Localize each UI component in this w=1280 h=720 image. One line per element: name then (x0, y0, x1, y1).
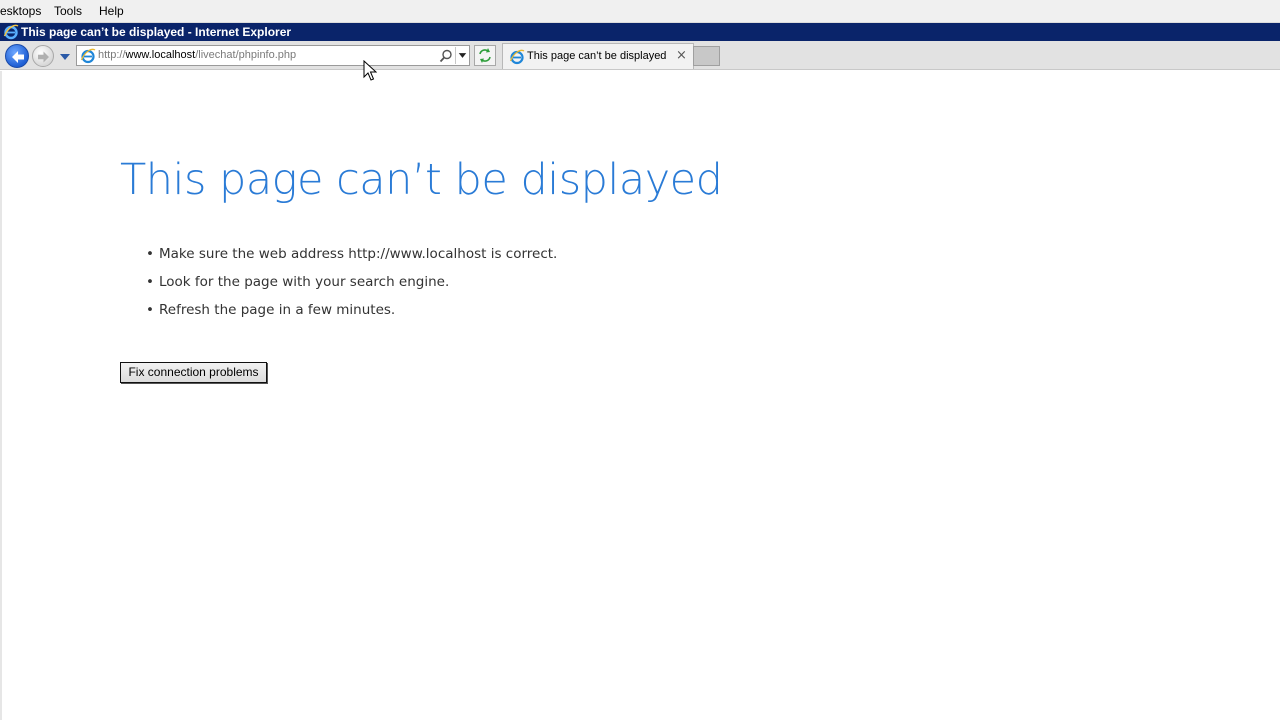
error-suggestions-list: • Make sure the web address http://www.lo… (146, 246, 557, 330)
menu-item-desktops[interactable]: esktops (0, 4, 41, 18)
window-title: This page can’t be displayed - Internet … (21, 25, 292, 39)
url-prefix: http:// (98, 49, 126, 61)
back-button[interactable] (5, 44, 29, 68)
forward-arrow-icon (38, 51, 49, 63)
back-arrow-icon (12, 51, 24, 63)
list-item: • Refresh the page in a few minutes. (146, 302, 557, 330)
page-favicon-icon (80, 48, 96, 64)
history-dropdown-icon[interactable] (59, 51, 71, 63)
tab-favicon-icon (509, 49, 525, 65)
page-content: This page can’t be displayed • Make sure … (0, 71, 1280, 720)
mouse-pointer-icon (363, 60, 377, 81)
list-item: • Make sure the web address http://www.lo… (146, 246, 557, 274)
address-dropdown-icon[interactable] (455, 47, 469, 64)
suggestion-text: Look for the page with your search engin… (159, 274, 450, 290)
forward-button[interactable] (32, 45, 54, 67)
bullet-icon: • (146, 246, 154, 262)
tab-close-icon[interactable]: × (676, 48, 687, 63)
address-bar[interactable]: http://www.localhost/livechat/phpinfo.ph… (76, 45, 470, 66)
tab-label: This page can’t be displayed (527, 50, 667, 62)
refresh-button[interactable] (474, 45, 496, 66)
window-title-bar: This page can’t be displayed - Internet … (0, 23, 1280, 41)
bullet-icon: • (146, 302, 154, 318)
error-title: This page can’t be displayed (120, 155, 723, 205)
address-url[interactable]: http://www.localhost/livechat/phpinfo.ph… (98, 49, 296, 61)
suggestion-text: Make sure the web address http://www.loc… (159, 246, 558, 262)
new-tab-button[interactable] (693, 46, 720, 66)
tab-current-page[interactable]: This page can’t be displayed × (502, 43, 694, 69)
url-host: www.localhost (125, 49, 196, 61)
list-item: • Look for the page with your search engi… (146, 274, 557, 302)
menu-item-tools[interactable]: Tools (54, 4, 82, 18)
url-path: /livechat/phpinfo.php (195, 49, 297, 61)
refresh-icon (479, 48, 491, 63)
search-icon[interactable] (439, 49, 453, 63)
fix-connection-button[interactable]: Fix connection problems (120, 362, 267, 383)
ie-logo-icon (3, 24, 19, 40)
menu-bar: esktops Tools Help (0, 0, 1280, 23)
suggestion-text: Refresh the page in a few minutes. (159, 302, 396, 318)
bullet-icon: • (146, 274, 154, 290)
menu-item-help[interactable]: Help (99, 4, 124, 18)
